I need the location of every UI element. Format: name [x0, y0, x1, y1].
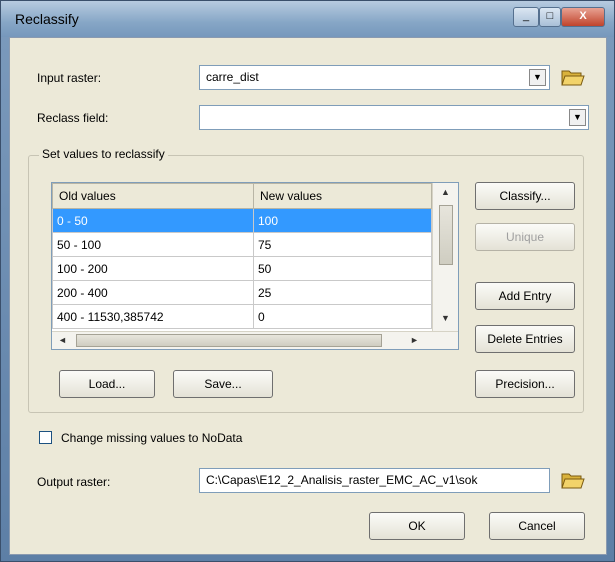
set-values-group-title: Set values to reclassify	[39, 147, 168, 161]
delete-entries-button[interactable]: Delete Entries	[475, 325, 575, 353]
add-entry-button[interactable]: Add Entry	[475, 282, 575, 310]
old-value-cell[interactable]: 100 - 200	[52, 256, 254, 281]
chevron-down-icon[interactable]: ▼	[529, 69, 546, 86]
vertical-scrollbar[interactable]: ▲ ▼	[432, 183, 458, 331]
new-value-cell[interactable]: 25	[253, 280, 432, 305]
horizontal-scroll-thumb[interactable]	[76, 334, 382, 347]
table-row[interactable]: 100 - 200 50	[52, 256, 432, 281]
new-value-cell[interactable]: 50	[253, 256, 432, 281]
old-value-cell[interactable]: 200 - 400	[52, 280, 254, 305]
new-value-cell[interactable]: 75	[253, 232, 432, 257]
folder-open-icon[interactable]	[561, 67, 585, 87]
scroll-down-arrow-icon[interactable]: ▼	[441, 313, 450, 323]
chevron-down-icon[interactable]: ▼	[569, 109, 586, 126]
save-button[interactable]: Save...	[173, 370, 273, 398]
new-value-cell[interactable]: 100	[253, 208, 432, 233]
input-raster-label: Input raster:	[37, 71, 102, 85]
output-raster-value: C:\Capas\E12_2_Analisis_raster_EMC_AC_v1…	[206, 473, 478, 487]
vertical-scroll-thumb[interactable]	[439, 205, 453, 265]
table-row[interactable]: 200 - 400 25	[52, 280, 432, 305]
scroll-left-arrow-icon[interactable]: ◄	[58, 335, 67, 345]
scroll-up-arrow-icon[interactable]: ▲	[441, 187, 450, 197]
output-raster-input[interactable]: C:\Capas\E12_2_Analisis_raster_EMC_AC_v1…	[199, 468, 550, 493]
scroll-right-arrow-icon[interactable]: ►	[410, 335, 419, 345]
precision-button[interactable]: Precision...	[475, 370, 575, 398]
title-bar[interactable]: Reclassify _ □ X	[1, 1, 614, 37]
input-raster-value: carre_dist	[206, 70, 259, 84]
classify-button[interactable]: Classify...	[475, 182, 575, 210]
table-row[interactable]: 400 - 11530,385742 0	[52, 304, 432, 329]
minimize-button[interactable]: _	[513, 7, 539, 27]
old-value-cell[interactable]: 0 - 50	[52, 208, 254, 233]
maximize-button[interactable]: □	[539, 7, 561, 27]
reclass-field-label: Reclass field:	[37, 111, 109, 125]
input-raster-combo[interactable]: carre_dist	[199, 65, 550, 90]
reclass-field-combo[interactable]	[199, 105, 589, 130]
ok-button[interactable]: OK	[369, 512, 465, 540]
nodata-checkbox-label[interactable]: Change missing values to NoData	[61, 431, 242, 445]
old-value-cell[interactable]: 50 - 100	[52, 232, 254, 257]
window-title: Reclassify	[15, 11, 79, 27]
unique-button[interactable]: Unique	[475, 223, 575, 251]
horizontal-scrollbar[interactable]: ◄ ►	[52, 331, 458, 349]
load-button[interactable]: Load...	[59, 370, 155, 398]
reclassify-window: Reclassify _ □ X Input raster: carre_dis…	[0, 0, 615, 562]
output-raster-label: Output raster:	[37, 475, 111, 489]
table-row[interactable]: 50 - 100 75	[52, 232, 432, 257]
table-row[interactable]: 0 - 50 100	[52, 208, 432, 233]
reclass-table[interactable]: Old values New values 0 - 50 100 50 - 10…	[51, 182, 459, 350]
new-value-cell[interactable]: 0	[253, 304, 432, 329]
column-header-new-values[interactable]: New values	[253, 183, 432, 209]
cancel-button[interactable]: Cancel	[489, 512, 585, 540]
nodata-checkbox[interactable]	[39, 431, 52, 444]
old-value-cell[interactable]: 400 - 11530,385742	[52, 304, 254, 329]
column-header-old-values[interactable]: Old values	[52, 183, 254, 209]
folder-open-icon[interactable]	[561, 470, 585, 490]
close-button[interactable]: X	[561, 7, 605, 27]
